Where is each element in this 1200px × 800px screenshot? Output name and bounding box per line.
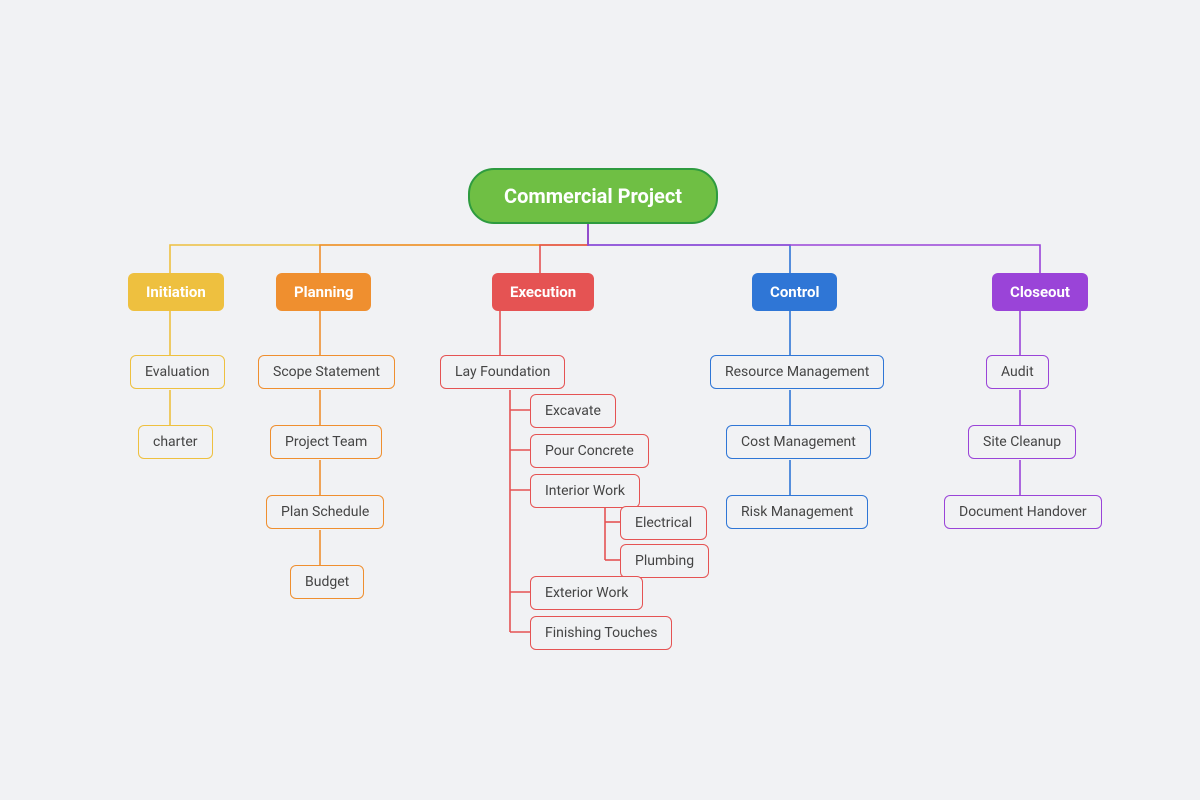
- node-excavate[interactable]: Excavate: [530, 394, 616, 428]
- node-document-handover[interactable]: Document Handover: [944, 495, 1102, 529]
- node-finishing-touches[interactable]: Finishing Touches: [530, 616, 672, 650]
- node-project-team[interactable]: Project Team: [270, 425, 382, 459]
- node-electrical[interactable]: Electrical: [620, 506, 707, 540]
- node-evaluation[interactable]: Evaluation: [130, 355, 225, 389]
- node-site-cleanup[interactable]: Site Cleanup: [968, 425, 1076, 459]
- phase-initiation[interactable]: Initiation: [128, 273, 224, 311]
- node-scope-statement[interactable]: Scope Statement: [258, 355, 395, 389]
- node-charter[interactable]: charter: [138, 425, 213, 459]
- node-pour-concrete[interactable]: Pour Concrete: [530, 434, 649, 468]
- node-risk-management[interactable]: Risk Management: [726, 495, 868, 529]
- diagram-canvas: Commercial Project Initiation Planning E…: [20, 20, 1180, 780]
- phase-planning[interactable]: Planning: [276, 273, 371, 311]
- node-interior-work[interactable]: Interior Work: [530, 474, 640, 508]
- node-exterior-work[interactable]: Exterior Work: [530, 576, 643, 610]
- node-lay-foundation[interactable]: Lay Foundation: [440, 355, 565, 389]
- node-cost-management[interactable]: Cost Management: [726, 425, 871, 459]
- node-plumbing[interactable]: Plumbing: [620, 544, 709, 578]
- phase-control[interactable]: Control: [752, 273, 837, 311]
- node-plan-schedule[interactable]: Plan Schedule: [266, 495, 384, 529]
- phase-closeout[interactable]: Closeout: [992, 273, 1088, 311]
- root-node[interactable]: Commercial Project: [468, 168, 718, 224]
- node-budget[interactable]: Budget: [290, 565, 364, 599]
- node-resource-management[interactable]: Resource Management: [710, 355, 884, 389]
- node-audit[interactable]: Audit: [986, 355, 1049, 389]
- phase-execution[interactable]: Execution: [492, 273, 594, 311]
